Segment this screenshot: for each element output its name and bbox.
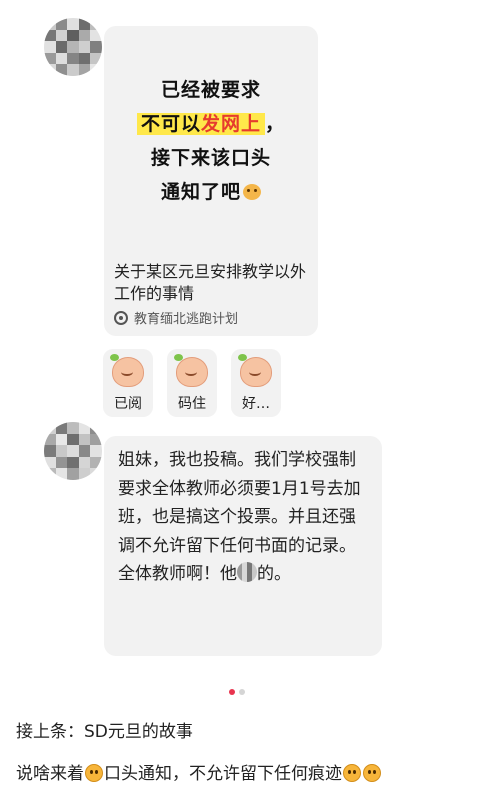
poster-line-3: 接下来该口头: [150, 147, 271, 169]
caption-line-1: 接上条：SD元旦的故事: [16, 722, 193, 742]
poster-line-4-text: 通知了吧: [160, 181, 241, 203]
source-icon: [114, 310, 128, 325]
poster-line-4: 通知了吧: [161, 175, 261, 209]
poster-highlight-a: 不可以: [140, 113, 201, 135]
reaction-list: 已阅 码住 好…: [103, 349, 281, 417]
shared-post-card[interactable]: 已经被要求 不可以发网上， 接下来该口头 通知了吧 关于某区元旦安排教学以外工作…: [104, 26, 318, 336]
message-bubble[interactable]: 姐妹，我也投稿。我们学校强制要求全体教师必须要1月1号去加班，也是搞这个投票。并…: [104, 436, 382, 656]
carousel-dot-active[interactable]: [229, 689, 235, 695]
reaction-read[interactable]: 已阅: [103, 349, 153, 417]
poster-line-2: 不可以发网上，: [136, 107, 286, 141]
peach-sticker-icon: [110, 354, 144, 387]
post-source[interactable]: 教育缅北逃跑计划: [114, 308, 238, 327]
peach-sticker-icon: [238, 354, 272, 387]
reaction-label: 好…: [242, 396, 270, 412]
reaction-good[interactable]: 好…: [231, 349, 281, 417]
smile-face-icon: [343, 764, 361, 782]
smile-face-icon: [243, 184, 261, 200]
peach-sticker-icon: [174, 354, 208, 387]
poster-comma: ，: [265, 113, 286, 135]
caption-line-2-b: 口头通知，不允许留下任何痕迹: [104, 764, 342, 784]
carousel-indicator: [229, 689, 245, 695]
reaction-label: 码住: [178, 396, 206, 412]
poster-line-1: 已经被要求: [160, 79, 261, 101]
message-text: 姐妹，我也投稿。我们学校强制要求全体教师必须要1月1号去加班，也是搞这个投票。并…: [118, 446, 372, 589]
blurred-avatar-icon: [237, 562, 257, 582]
caption-line-2: 说啥来着 口头通知，不允许留下任何痕迹: [16, 759, 382, 784]
carousel-dot[interactable]: [239, 689, 245, 695]
sender-avatar[interactable]: [44, 18, 102, 76]
source-name: 教育缅北逃跑计划: [134, 312, 239, 327]
post-title[interactable]: 关于某区元旦安排教学以外工作的事情: [114, 261, 310, 305]
post-cover-image: 已经被要求 不可以发网上， 接下来该口头 通知了吧: [104, 26, 318, 256]
smile-face-icon: [85, 764, 103, 782]
reaction-label: 已阅: [114, 396, 142, 412]
message-text-end: 的。: [257, 564, 291, 584]
smile-face-icon: [363, 764, 381, 782]
caption-line-2-a: 说啥来着: [16, 764, 84, 784]
poster-highlight-red: 发网上: [200, 113, 261, 135]
reaction-save[interactable]: 码住: [167, 349, 217, 417]
sender-avatar[interactable]: [44, 422, 102, 480]
